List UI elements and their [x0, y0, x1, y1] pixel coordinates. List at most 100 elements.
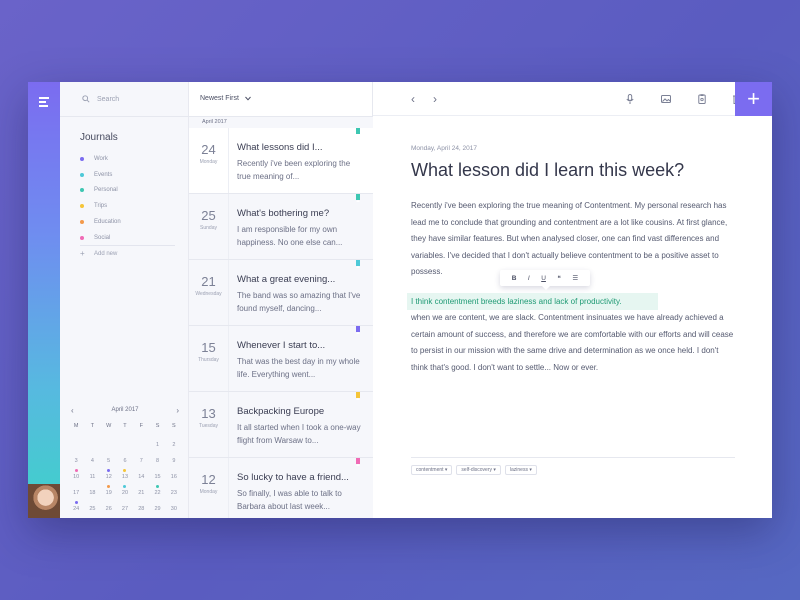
calendar-day [68, 437, 84, 453]
entry-item[interactable]: 13 Tuesday Backpacking Europe It all starte… [189, 392, 373, 458]
bold-button[interactable]: B [512, 275, 517, 282]
entry-date: 15 Thursday [189, 326, 229, 391]
journal-item[interactable]: Social [80, 230, 121, 246]
highlighted-text[interactable]: I think contentment breeds laziness and … [407, 293, 658, 310]
entry-date: 12 Monday [189, 458, 229, 518]
app-window: Search Journals Work Events Personal Trips E… [28, 82, 772, 518]
calendar-day[interactable]: 19 [101, 485, 117, 501]
calendar-day[interactable]: 1 [149, 437, 165, 453]
bookmark-icon [356, 128, 360, 136]
clipboard-icon[interactable] [696, 93, 708, 105]
italic-button[interactable]: I [528, 275, 530, 282]
journal-item[interactable]: Events [80, 167, 121, 183]
entry-weekday: Sunday [200, 225, 217, 231]
image-icon[interactable] [660, 93, 672, 105]
calendar-day[interactable]: 8 [149, 453, 165, 469]
calendar-grid: M T W T F S S 1 2 3 4 5 6 7 8 9 10 11 12 13 14 15 16 17 18 19 20 21… [68, 422, 182, 517]
entry-item[interactable]: 24 Monday What lessons did I... Recently i'… [189, 128, 373, 194]
journal-item[interactable]: Education [80, 214, 121, 230]
calendar-day[interactable]: 5 [101, 453, 117, 469]
calendar-day[interactable]: 2 [166, 437, 182, 453]
calendar-day[interactable]: 26 [101, 501, 117, 517]
calendar-day[interactable]: 9 [166, 453, 182, 469]
calendar-day[interactable]: 17 [68, 485, 84, 501]
calendar-day[interactable]: 29 [149, 501, 165, 517]
sort-dropdown[interactable]: Newest First [200, 95, 251, 102]
journal-item[interactable]: Personal [80, 183, 121, 199]
search-input[interactable]: Search [82, 95, 119, 103]
entry-weekday: Wednesday [195, 291, 222, 297]
tag-chip[interactable]: contentment ▾ [411, 465, 453, 475]
calendar-day[interactable]: 18 [84, 485, 100, 501]
add-journal-button[interactable]: + Add new [80, 249, 117, 258]
hamburger-icon[interactable] [39, 97, 49, 109]
calendar-day[interactable]: 4 [84, 453, 100, 469]
chevron-left-icon[interactable]: ‹ [411, 92, 415, 106]
calendar-day[interactable]: 13 [117, 469, 133, 485]
entries-list: Newest First April 2017 24 Monday What les… [189, 82, 373, 518]
calendar-day [133, 437, 149, 453]
calendar-day[interactable]: 14 [133, 469, 149, 485]
calendar-day[interactable]: 7 [133, 453, 149, 469]
entry-date: 13 Tuesday [189, 392, 229, 457]
calendar-day[interactable]: 30 [166, 501, 182, 517]
bookmark-icon [356, 458, 360, 466]
calendar-day[interactable]: 23 [166, 485, 182, 501]
calendar-day[interactable]: 15 [149, 469, 165, 485]
sort-label: Newest First [200, 95, 239, 102]
calendar-weekday: S [172, 423, 176, 429]
journal-label: Social [94, 234, 111, 241]
calendar-marker [74, 469, 78, 472]
calendar-weekday: W [106, 423, 112, 429]
tag-chip[interactable]: self-discovery ▾ [456, 465, 501, 475]
calendar-day-number: 4 [90, 458, 94, 464]
calendar-day[interactable]: 10 [68, 469, 84, 485]
calendar-day[interactable]: 25 [84, 501, 100, 517]
chevron-right-icon[interactable]: › [433, 92, 437, 106]
calendar-marker [156, 485, 160, 488]
underline-button[interactable]: U [541, 275, 546, 282]
entry-item[interactable]: 21 Wednesday What a great evening... The ba… [189, 260, 373, 326]
entry-item[interactable]: 15 Thursday Whenever I start to... That was… [189, 326, 373, 392]
calendar-marker [123, 469, 127, 472]
calendar-day-number: 15 [154, 474, 161, 480]
calendar-day [101, 437, 117, 453]
entry-item[interactable]: 12 Monday So lucky to have a friend... So f… [189, 458, 373, 518]
tag-list: contentment ▾ self-discovery ▾ laziness ▾ [411, 465, 537, 475]
entry-item[interactable]: 25 Sunday What's bothering me? I am respons… [189, 194, 373, 260]
calendar-day[interactable]: 3 [68, 453, 84, 469]
calendar-day[interactable]: 24 [68, 501, 84, 517]
calendar-day-number: 17 [73, 490, 80, 496]
calendar-day[interactable]: 6 [117, 453, 133, 469]
calendar-day[interactable]: 11 [84, 469, 100, 485]
tag-chip[interactable]: laziness ▾ [504, 465, 537, 475]
calendar-day[interactable]: 27 [117, 501, 133, 517]
chevron-left-icon[interactable]: ‹ [71, 406, 74, 415]
divider [60, 116, 189, 117]
calendar-day[interactable]: 16 [166, 469, 182, 485]
user-avatar[interactable] [28, 484, 60, 518]
calendar-day[interactable]: 20 [117, 485, 133, 501]
calendar-month: April 2017 [111, 407, 139, 413]
calendar-weekday: M [73, 423, 79, 429]
calendar-day-number: 30 [170, 506, 177, 512]
post-body-intro[interactable]: Recently i've been exploring the true me… [411, 198, 737, 281]
search-placeholder[interactable]: Search [97, 96, 119, 103]
journal-item[interactable]: Work [80, 151, 121, 167]
calendar-day[interactable]: 21 [133, 485, 149, 501]
chevron-right-icon[interactable]: › [176, 406, 179, 415]
calendar-weekday: T [123, 423, 127, 429]
quote-button[interactable]: ❝ [557, 274, 561, 282]
calendar-day[interactable]: 28 [133, 501, 149, 517]
journal-item[interactable]: Trips [80, 198, 121, 214]
journal-label: Work [94, 155, 108, 162]
calendar-day [117, 437, 133, 453]
list-button[interactable]: ☰ [572, 274, 578, 282]
microphone-icon[interactable] [624, 93, 636, 105]
post-title[interactable]: What lesson did I learn this week? [411, 160, 684, 181]
calendar-day[interactable]: 12 [101, 469, 117, 485]
add-entry-button[interactable]: + [735, 82, 772, 116]
post-body-rest[interactable]: when we are content, we are slack. Conte… [411, 310, 737, 376]
calendar-day[interactable]: 22 [149, 485, 165, 501]
calendar-day-number: 5 [107, 458, 111, 464]
